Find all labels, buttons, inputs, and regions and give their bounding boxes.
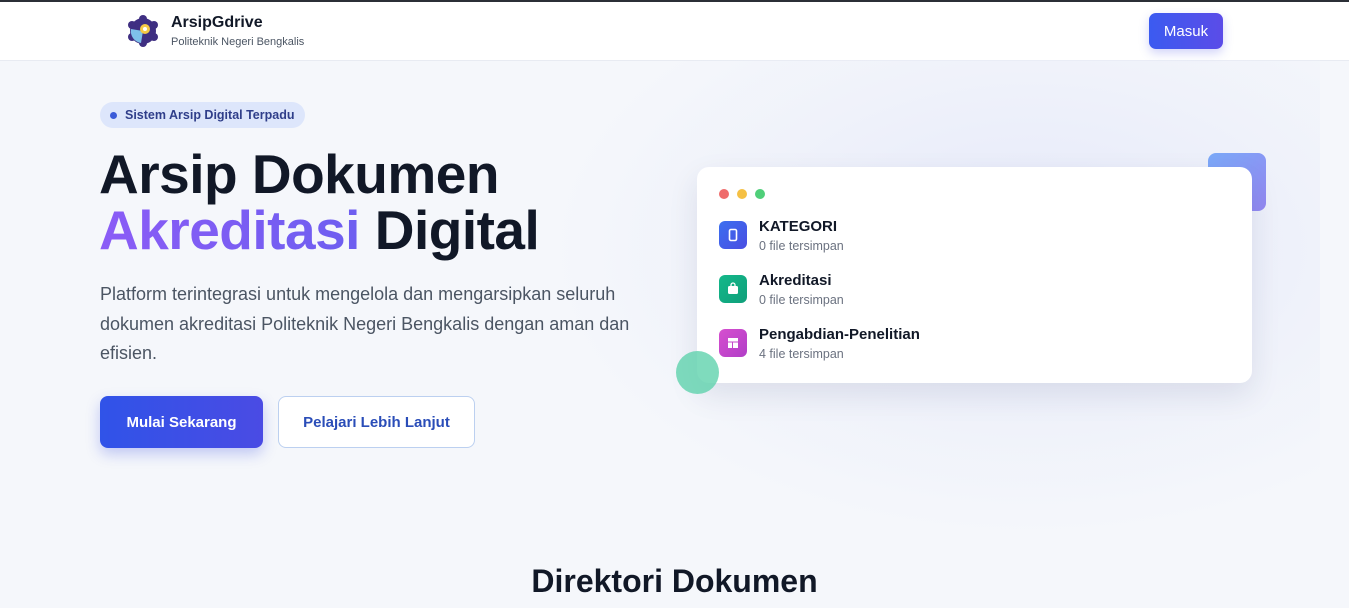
decorative-circle bbox=[676, 351, 719, 394]
logo-icon bbox=[128, 15, 158, 47]
yellow-dot-icon bbox=[737, 189, 747, 199]
badge-dot-icon bbox=[110, 112, 117, 119]
mobile-icon bbox=[719, 221, 747, 249]
brand-title: ArsipGdrive bbox=[171, 14, 263, 31]
category-count: 4 file tersimpan bbox=[759, 347, 844, 361]
hero-title-line2: Digital bbox=[374, 199, 540, 261]
section-title: Direktori Dokumen bbox=[531, 563, 818, 599]
navbar: ArsipGdrive Politeknik Negeri Bengkalis … bbox=[0, 2, 1349, 61]
red-dot-icon bbox=[719, 189, 729, 199]
start-button[interactable]: Mulai Sekarang bbox=[100, 396, 263, 448]
window-dots bbox=[719, 189, 773, 199]
layout-icon bbox=[719, 329, 747, 357]
hero-badge-label: Sistem Arsip Digital Terpadu bbox=[125, 108, 295, 122]
brand-subtitle: Politeknik Negeri Bengkalis bbox=[171, 36, 305, 48]
login-button[interactable]: Masuk bbox=[1149, 13, 1223, 49]
brand[interactable]: ArsipGdrive Politeknik Negeri Bengkalis bbox=[127, 14, 304, 48]
shopping-bag-icon bbox=[719, 275, 747, 303]
category-item[interactable]: Akreditasi 0 file tersimpan bbox=[719, 272, 844, 307]
learn-more-button[interactable]: Pelajari Lebih Lanjut bbox=[278, 396, 475, 448]
hero-title-accent: Akreditasi bbox=[99, 199, 360, 261]
hero-badge: Sistem Arsip Digital Terpadu bbox=[100, 102, 306, 128]
preview-card: KATEGORI 0 file tersimpan Akreditasi 0 f… bbox=[697, 167, 1252, 383]
category-name: KATEGORI bbox=[759, 218, 838, 235]
hero-description: Platform terintegrasi untuk mengelola da… bbox=[100, 284, 630, 363]
category-name: Pengabdian-Penelitian bbox=[759, 326, 920, 343]
green-dot-icon bbox=[755, 189, 765, 199]
hero-title-line1: Arsip Dokumen bbox=[99, 143, 499, 205]
hero-title: Arsip Dokumen Akreditasi Digital bbox=[99, 143, 540, 261]
category-count: 0 file tersimpan bbox=[759, 239, 844, 253]
category-item[interactable]: Pengabdian-Penelitian 4 file tersimpan bbox=[719, 326, 920, 361]
category-name: Akreditasi bbox=[759, 272, 832, 289]
category-count: 0 file tersimpan bbox=[759, 293, 844, 307]
category-item[interactable]: KATEGORI 0 file tersimpan bbox=[719, 218, 844, 253]
